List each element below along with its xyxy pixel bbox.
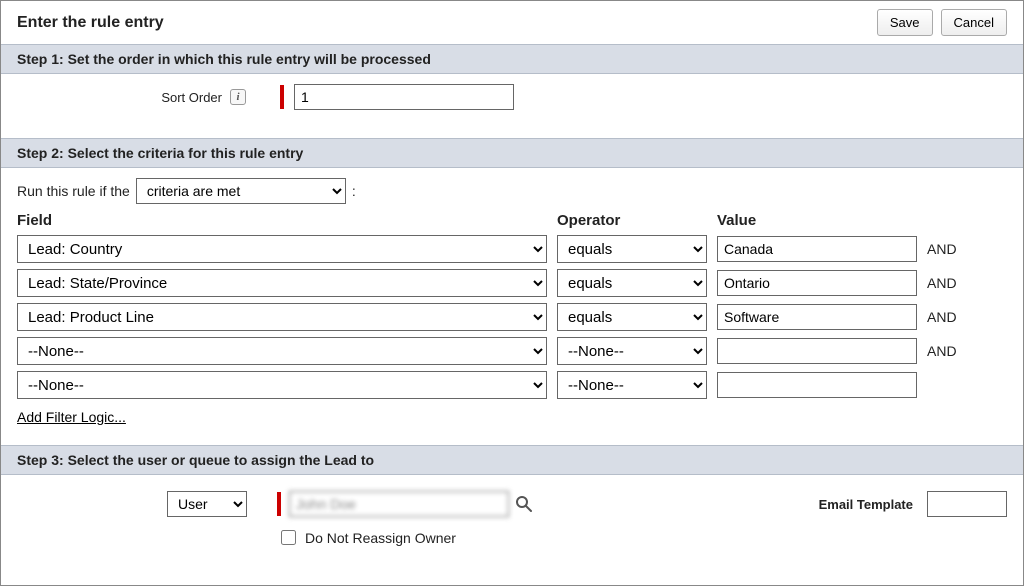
page-title: Enter the rule entry xyxy=(17,14,164,32)
operator-select[interactable]: --None-- xyxy=(557,337,707,365)
header-buttons: Save Cancel xyxy=(877,9,1007,36)
assignee-input[interactable] xyxy=(289,491,509,517)
value-input[interactable] xyxy=(717,372,917,398)
criteria-header-row: Field Operator Value xyxy=(17,212,1007,229)
email-template-label: Email Template xyxy=(819,497,921,512)
field-select[interactable]: --None-- xyxy=(17,371,547,399)
info-icon[interactable]: i xyxy=(230,89,246,105)
header: Enter the rule entry Save Cancel xyxy=(1,1,1023,44)
step2-header: Step 2: Select the criteria for this rul… xyxy=(1,138,1023,168)
do-not-reassign-row: Do Not Reassign Owner xyxy=(277,527,1007,548)
do-not-reassign-label: Do Not Reassign Owner xyxy=(305,530,456,546)
and-label: AND xyxy=(927,343,967,359)
field-column-header: Field xyxy=(17,212,547,229)
value-column-header: Value xyxy=(717,212,917,229)
operator-select[interactable]: --None-- xyxy=(557,371,707,399)
assignee-type-select[interactable]: User xyxy=(167,491,247,517)
sort-order-label: Sort Order xyxy=(17,90,222,105)
email-template-input[interactable] xyxy=(927,491,1007,517)
operator-select[interactable]: equals xyxy=(557,269,707,297)
assign-row: User Email Template xyxy=(17,491,1007,517)
field-select[interactable]: Lead: State/Province xyxy=(17,269,547,297)
operator-column-header: Operator xyxy=(557,212,707,229)
value-input[interactable] xyxy=(717,304,917,330)
step1-body: Sort Order i xyxy=(1,74,1023,138)
field-select[interactable]: Lead: Country xyxy=(17,235,547,263)
page-container: Enter the rule entry Save Cancel Step 1:… xyxy=(0,0,1024,586)
field-select[interactable]: Lead: Product Line xyxy=(17,303,547,331)
step3-body: User Email Template Do Not Reassign Owne… xyxy=(1,475,1023,568)
sort-order-row: Sort Order i xyxy=(17,84,1007,110)
criteria-row: Lead: State/Province equals AND xyxy=(17,269,1007,297)
operator-select[interactable]: equals xyxy=(557,235,707,263)
value-input[interactable] xyxy=(717,236,917,262)
value-input[interactable] xyxy=(717,270,917,296)
add-filter-logic-link[interactable]: Add Filter Logic... xyxy=(17,409,126,425)
sort-order-input[interactable] xyxy=(294,84,514,110)
criteria-row: --None-- --None-- xyxy=(17,371,1007,399)
field-select[interactable]: --None-- xyxy=(17,337,547,365)
operator-select[interactable]: equals xyxy=(557,303,707,331)
criteria-table: Field Operator Value Lead: Country equal… xyxy=(17,212,1007,399)
step1-header: Step 1: Set the order in which this rule… xyxy=(1,44,1023,74)
run-rule-row: Run this rule if the criteria are met : xyxy=(17,178,1007,204)
and-label: AND xyxy=(927,309,967,325)
run-rule-suffix: : xyxy=(352,183,356,199)
do-not-reassign-checkbox[interactable] xyxy=(281,530,296,545)
and-label: AND xyxy=(927,275,967,291)
criteria-row: Lead: Country equals AND xyxy=(17,235,1007,263)
required-indicator xyxy=(280,85,284,109)
required-indicator xyxy=(277,492,281,516)
cancel-button[interactable]: Cancel xyxy=(941,9,1007,36)
and-label: AND xyxy=(927,241,967,257)
criteria-row: --None-- --None-- AND xyxy=(17,337,1007,365)
criteria-mode-select[interactable]: criteria are met xyxy=(136,178,346,204)
step2-body: Run this rule if the criteria are met : … xyxy=(1,168,1023,445)
step3-header: Step 3: Select the user or queue to assi… xyxy=(1,445,1023,475)
lookup-icon[interactable] xyxy=(515,495,533,513)
criteria-row: Lead: Product Line equals AND xyxy=(17,303,1007,331)
run-rule-prefix: Run this rule if the xyxy=(17,183,130,199)
save-button[interactable]: Save xyxy=(877,9,933,36)
value-input[interactable] xyxy=(717,338,917,364)
